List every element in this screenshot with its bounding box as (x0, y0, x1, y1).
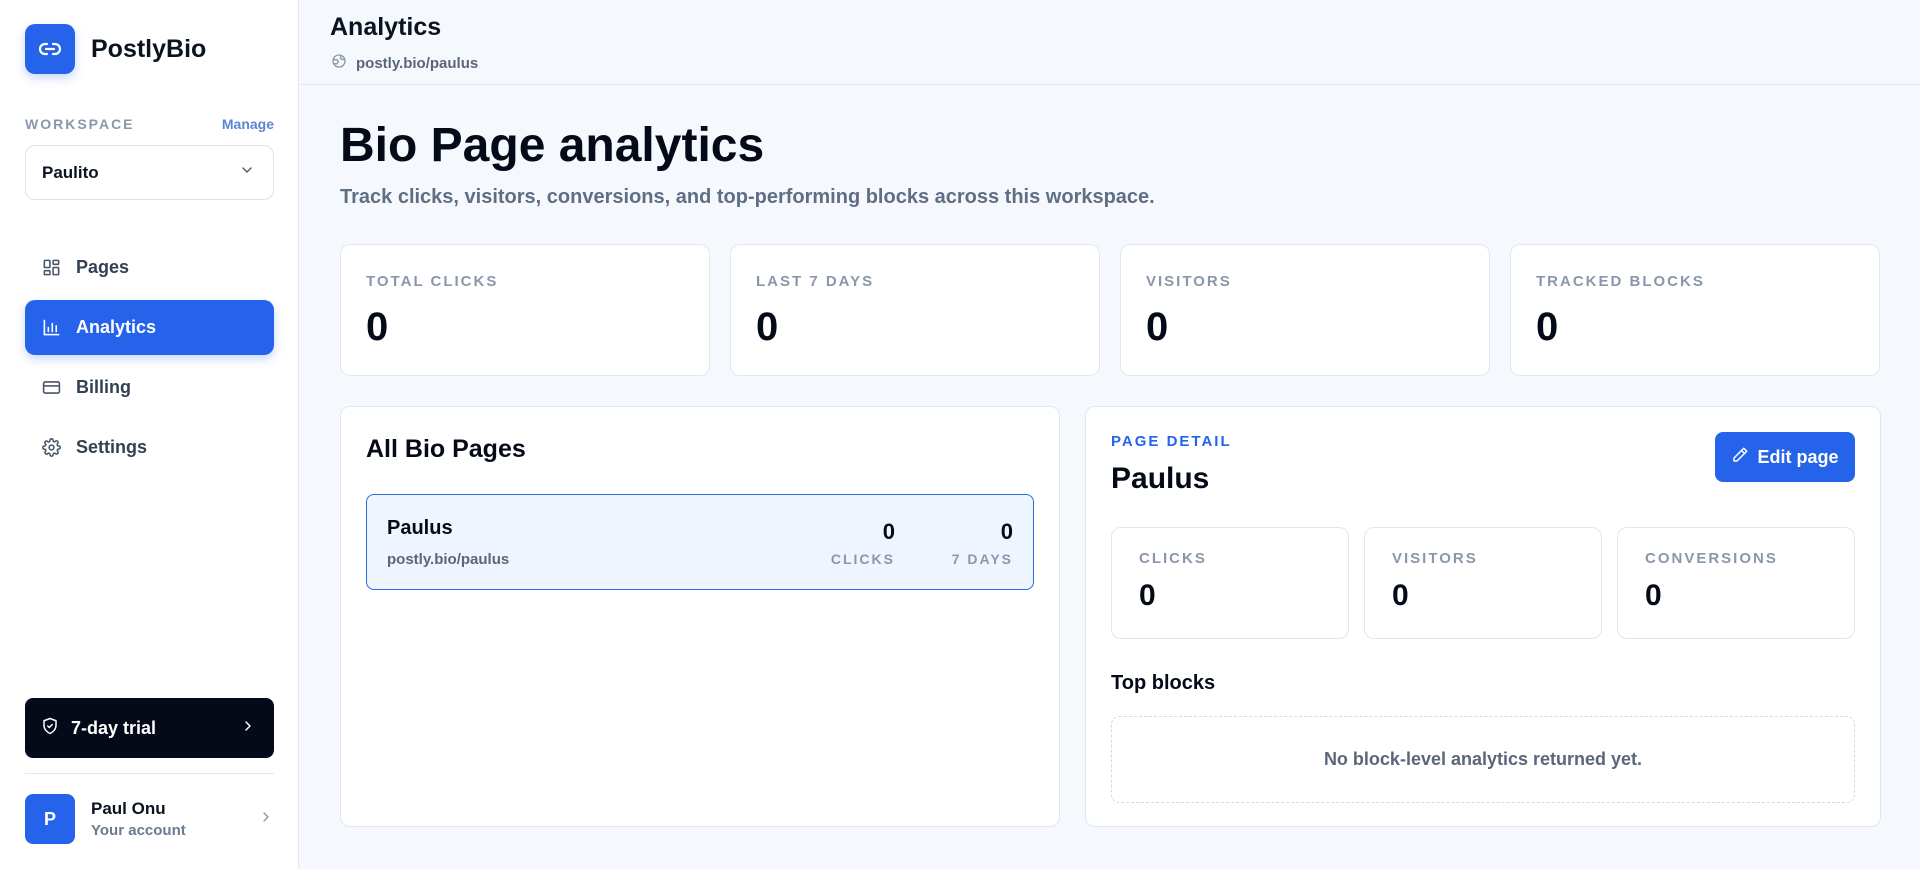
bio-page-7-days-value: 0 (1000, 519, 1013, 544)
bio-pages-card: All Bio Pages Paulus postly.bio/paulus 0… (340, 406, 1060, 827)
trial-banner[interactable]: 7-day trial (25, 698, 274, 758)
metric-value: 0 (1645, 579, 1662, 612)
workspace-select[interactable]: Paulito (25, 145, 274, 200)
chevron-right-icon (258, 809, 274, 830)
trial-label: 7-day trial (71, 717, 157, 738)
edit-page-button[interactable]: Edit page (1715, 432, 1855, 482)
account-name: Paul Onu (91, 799, 166, 818)
stat-label: LAST 7 DAYS (756, 273, 875, 290)
sidebar-item-label: Analytics (76, 317, 157, 337)
page-title: Bio Page analytics (340, 119, 765, 172)
bio-page-clicks: 0 CLICKS (831, 519, 895, 567)
account-text: Paul Onu Your account (91, 799, 258, 839)
chevron-down-icon (239, 162, 255, 183)
metric-card-conversions: CONVERSIONS 0 (1617, 527, 1855, 639)
bio-page-clicks-label: CLICKS (830, 551, 895, 567)
globe-icon (331, 53, 347, 74)
sidebar: PostlyBio WORKSPACE Manage Paulito Pages… (0, 0, 299, 869)
bio-page-7-days-label: 7 DAYS (951, 551, 1013, 567)
bio-page-row[interactable]: Paulus postly.bio/paulus 0 CLICKS 0 7 DA… (366, 494, 1034, 590)
brand-name: PostlyBio (91, 34, 207, 63)
page-detail-card: PAGE DETAIL Paulus Edit page CLICKS 0 VI… (1085, 406, 1881, 827)
bio-page-clicks-value: 0 (882, 519, 895, 544)
account-subtitle: Your account (91, 822, 186, 839)
bio-page-name: Paulus (387, 517, 453, 539)
metric-card-visitors: VISITORS 0 (1364, 527, 1602, 639)
pencil-icon (1731, 446, 1749, 469)
sidebar-item-label: Pages (76, 257, 130, 277)
sidebar-item-pages[interactable]: Pages (25, 240, 274, 295)
top-blocks-empty-text: No block-level analytics returned yet. (1323, 749, 1643, 769)
page-detail-kicker: PAGE DETAIL (1111, 433, 1232, 450)
stat-value: 0 (1146, 305, 1169, 349)
metric-value: 0 (1392, 579, 1409, 612)
sidebar-item-label: Settings (76, 437, 148, 457)
bio-page-7-days: 0 7 DAYS (952, 519, 1013, 567)
bar-chart-icon (41, 318, 61, 338)
stat-card-tracked-blocks: TRACKED BLOCKS 0 (1510, 244, 1880, 376)
workspace-label: WORKSPACE (25, 116, 135, 132)
top-blocks-title: Top blocks (1111, 672, 1216, 694)
avatar: P (25, 794, 75, 844)
sidebar-item-settings[interactable]: Settings (25, 420, 274, 475)
page-url-text: postly.bio/paulus (356, 55, 479, 72)
sidebar-item-label: Billing (76, 377, 131, 397)
stat-label: VISITORS (1146, 273, 1232, 290)
sidebar-nav: Pages Analytics Billing Settings (25, 240, 274, 480)
brand[interactable]: PostlyBio (25, 24, 206, 74)
top-blocks-empty-state: No block-level analytics returned yet. (1111, 716, 1855, 803)
link-icon (25, 24, 75, 74)
metric-label: CLICKS (1139, 550, 1207, 567)
gear-icon (41, 438, 61, 458)
sidebar-item-billing[interactable]: Billing (25, 360, 274, 415)
top-bar: Analytics postly.bio/paulus (300, 0, 1920, 85)
metric-label: VISITORS (1392, 550, 1478, 567)
bio-pages-title: All Bio Pages (366, 435, 526, 463)
stat-value: 0 (756, 305, 779, 349)
stat-card-visitors: VISITORS 0 (1120, 244, 1490, 376)
stat-value: 0 (1536, 305, 1559, 349)
shield-check-icon (41, 717, 59, 740)
manage-workspace-link[interactable]: Manage (222, 116, 274, 132)
stat-card-total-clicks: TOTAL CLICKS 0 (340, 244, 710, 376)
stat-label: TRACKED BLOCKS (1536, 273, 1705, 290)
chevron-right-icon (240, 718, 256, 739)
grid-icon (41, 258, 61, 278)
account-menu[interactable]: P Paul Onu Your account (25, 792, 274, 846)
workspace-selected-value: Paulito (42, 162, 99, 182)
stat-value: 0 (366, 305, 389, 349)
metric-value: 0 (1139, 579, 1156, 612)
bio-page-url: postly.bio/paulus (387, 551, 510, 568)
page-header-title: Analytics (330, 13, 442, 41)
metric-card-clicks: CLICKS 0 (1111, 527, 1349, 639)
sidebar-item-analytics[interactable]: Analytics (25, 300, 274, 355)
metric-label: CONVERSIONS (1645, 550, 1778, 567)
stat-label: TOTAL CLICKS (366, 273, 499, 290)
page-subtitle: Track clicks, visitors, conversions, and… (340, 186, 1155, 208)
page-detail-title: Paulus (1111, 462, 1210, 495)
edit-page-label: Edit page (1757, 446, 1839, 467)
page-url[interactable]: postly.bio/paulus (331, 53, 478, 74)
stat-card-last-7-days: LAST 7 DAYS 0 (730, 244, 1100, 376)
divider (25, 773, 274, 774)
credit-card-icon (41, 378, 61, 398)
workspace-header: WORKSPACE Manage (25, 116, 274, 132)
